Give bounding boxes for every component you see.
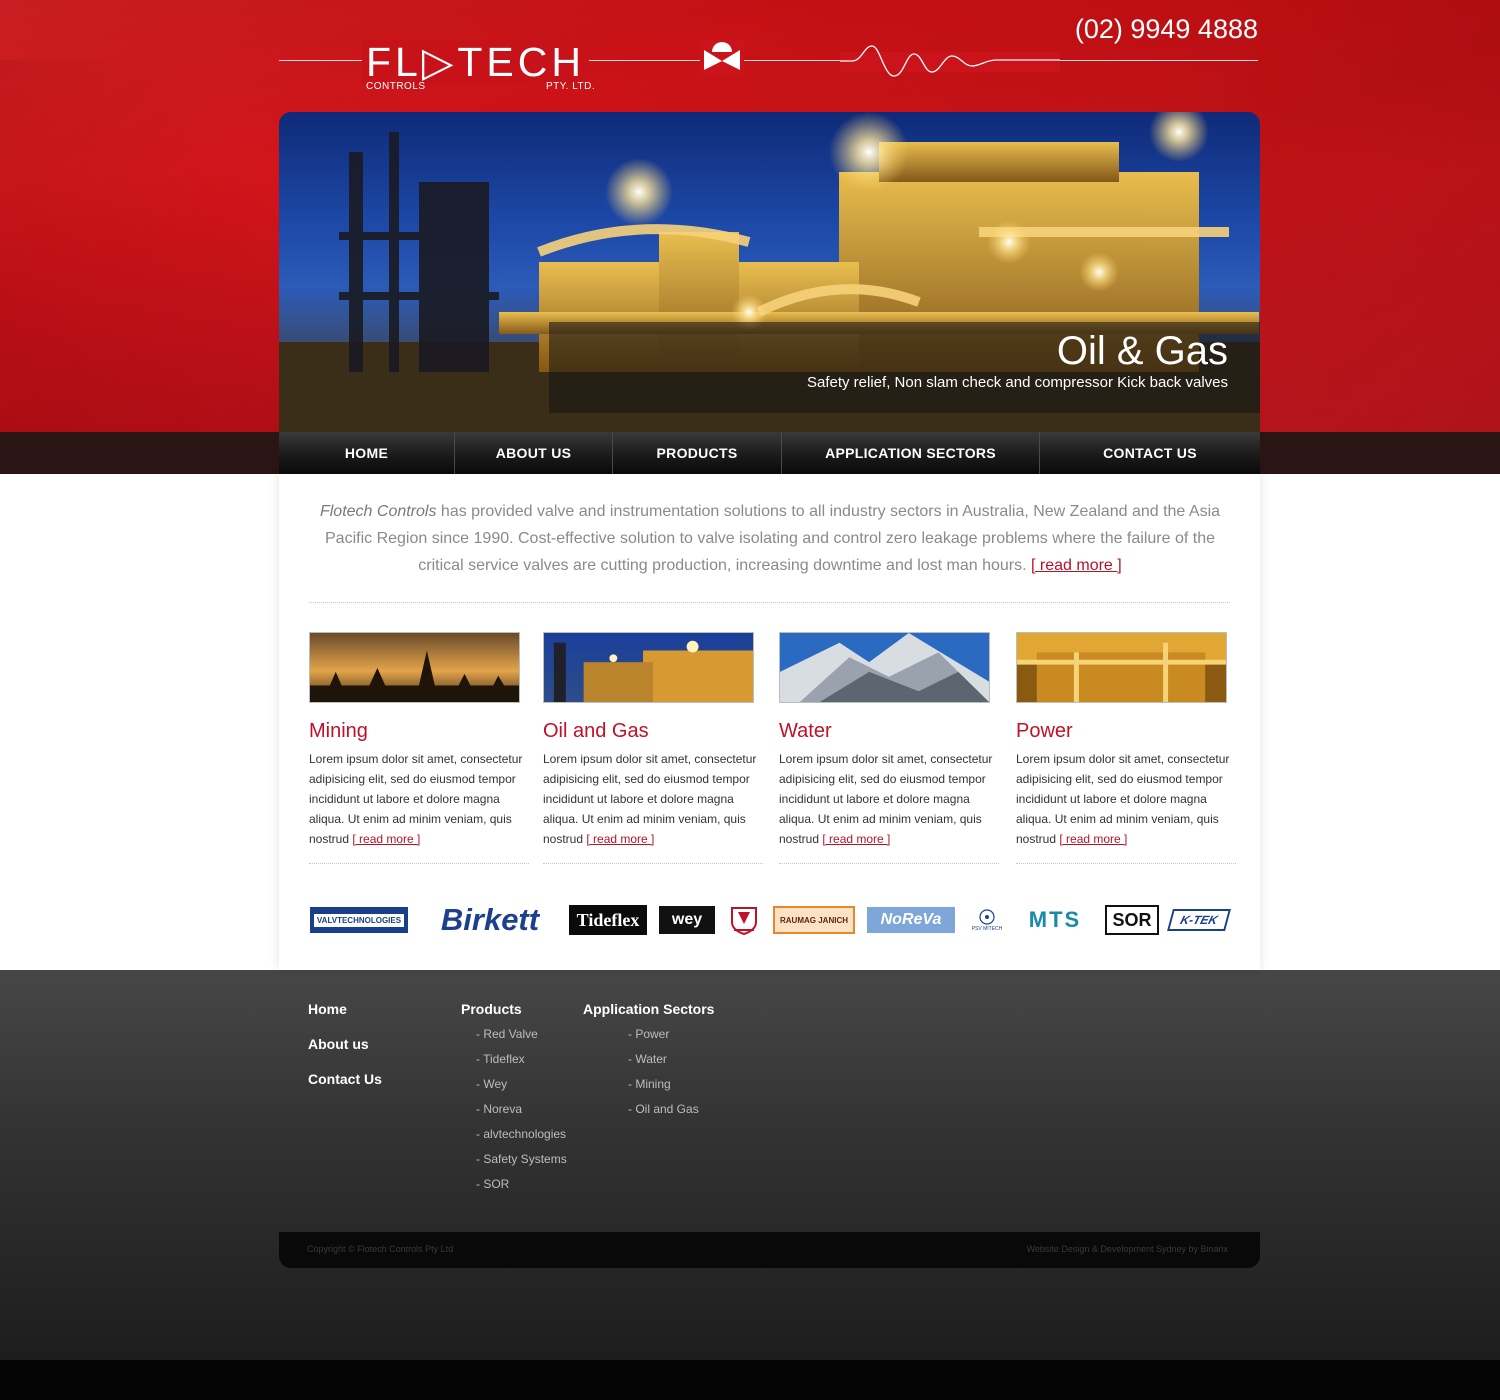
brand-label: K-TEK bbox=[1178, 913, 1220, 927]
nav-application-sectors[interactable]: APPLICATION SECTORS bbox=[782, 432, 1040, 474]
brand-logo-k-tek[interactable]: K-TEK bbox=[1167, 902, 1231, 938]
logo-wordmark: FL▷TECH bbox=[362, 40, 589, 84]
main-content: Flotech Controls has provided valve and … bbox=[279, 474, 1260, 970]
sector-title-water[interactable]: Water bbox=[779, 719, 1001, 743]
brand-label: VALVTECHNOLOGIES bbox=[313, 913, 405, 927]
sector-image-oil-and-gas[interactable] bbox=[543, 632, 754, 703]
nav-home[interactable]: HOME bbox=[279, 432, 455, 474]
hero-subtitle: Safety relief, Non slam check and compre… bbox=[806, 374, 1228, 391]
intro-company: Flotech Controls bbox=[319, 503, 437, 520]
sector-read-more-link[interactable]: [ read more ] bbox=[586, 832, 654, 846]
brand-label: wey bbox=[671, 911, 703, 928]
brand-logo-valvtechnologies[interactable]: VALVTECHNOLOGIES bbox=[309, 902, 409, 938]
footer-sector-link[interactable]: - Oil and Gas bbox=[628, 1102, 699, 1116]
footer-product-link[interactable]: - SOR bbox=[476, 1177, 509, 1191]
footer-sector-link[interactable]: - Power bbox=[628, 1027, 669, 1041]
footer: Home About us Contact Us Products - Red … bbox=[279, 970, 1260, 1268]
hero-title: Oil & Gas bbox=[1056, 329, 1228, 373]
footer-product-link[interactable]: - Red Valve bbox=[476, 1027, 538, 1041]
valve-icon bbox=[700, 40, 744, 74]
brand-logo-sor[interactable]: SOR bbox=[1105, 902, 1159, 938]
divider bbox=[543, 863, 763, 864]
footer-product-link[interactable]: - alvtechnologies bbox=[476, 1127, 566, 1141]
sector-card-power: Power Lorem ipsum dolor sit amet, consec… bbox=[1016, 632, 1238, 864]
divider bbox=[779, 863, 999, 864]
sector-text-power: Lorem ipsum dolor sit amet, consectetur … bbox=[1016, 749, 1238, 849]
footer-products-heading[interactable]: Products bbox=[461, 1001, 522, 1017]
brand-label: SOR bbox=[1112, 909, 1152, 930]
brand-label: MTS bbox=[1028, 907, 1082, 932]
shield-logo-icon bbox=[731, 907, 757, 936]
nav-about-us[interactable]: ABOUT US bbox=[455, 432, 613, 474]
footer-product-link[interactable]: - Safety Systems bbox=[476, 1152, 567, 1166]
footer-link-contact-us[interactable]: Contact Us bbox=[308, 1071, 382, 1087]
sector-text-water: Lorem ipsum dolor sit amet, consectetur … bbox=[779, 749, 1001, 849]
footer-product-link[interactable]: - Noreva bbox=[476, 1102, 522, 1116]
sector-read-more-link[interactable]: [ read more ] bbox=[822, 832, 890, 846]
brand-logo-birkett[interactable]: Birkett bbox=[423, 902, 557, 938]
logo-subtitle-right: PTY. LTD. bbox=[546, 81, 596, 92]
brand-logo-tideflex[interactable]: Tideflex bbox=[569, 902, 647, 938]
sector-image-mining[interactable] bbox=[309, 632, 520, 703]
footer-link-home[interactable]: Home bbox=[308, 1001, 347, 1017]
page-base bbox=[0, 1360, 1500, 1400]
hero-banner: Oil & Gas Safety relief, Non slam check … bbox=[279, 112, 1260, 432]
sector-read-more-link[interactable]: [ read more ] bbox=[352, 832, 420, 846]
divider bbox=[1016, 863, 1236, 864]
intro-paragraph: Flotech Controls has provided valve and … bbox=[305, 498, 1235, 579]
credit-link[interactable]: Website Design & Development Sydney by B… bbox=[1027, 1244, 1228, 1254]
psv-logo-icon bbox=[979, 909, 995, 925]
brand-label: Tideflex bbox=[576, 909, 640, 930]
brand-logo-wey[interactable]: wey bbox=[659, 902, 715, 938]
wave-line-icon bbox=[840, 45, 1060, 77]
footer-link-about-us[interactable]: About us bbox=[308, 1036, 369, 1052]
sector-image-power[interactable] bbox=[1016, 632, 1227, 703]
copyright-text: Copyright © Flotech Controls Pty Ltd bbox=[307, 1244, 454, 1254]
sector-card-water: Water Lorem ipsum dolor sit amet, consec… bbox=[779, 632, 1001, 864]
intro-read-more-link[interactable]: [ read more ] bbox=[1031, 557, 1122, 574]
sector-image-water[interactable] bbox=[779, 632, 990, 703]
brand-label: NoReVa bbox=[880, 911, 942, 928]
phone-number[interactable]: (02) 9949 4888 bbox=[1070, 14, 1258, 45]
logo-subtitle-left: CONTROLS bbox=[366, 81, 426, 92]
brand-logo-shield[interactable] bbox=[727, 902, 761, 938]
hero-caption: Oil & Gas Safety relief, Non slam check … bbox=[549, 322, 1260, 413]
footer-product-link[interactable]: - Tideflex bbox=[476, 1052, 525, 1066]
brand-label: PSV MITECH bbox=[971, 926, 1003, 932]
sector-card-oil-and-gas: Oil and Gas Lorem ipsum dolor sit amet, … bbox=[543, 632, 765, 864]
divider bbox=[309, 602, 1230, 603]
main-nav: HOME ABOUT US PRODUCTS APPLICATION SECTO… bbox=[279, 432, 1260, 474]
sector-title-power[interactable]: Power bbox=[1016, 719, 1238, 743]
sector-title-mining[interactable]: Mining bbox=[309, 719, 531, 743]
copyright-bar: Copyright © Flotech Controls Pty Ltd Web… bbox=[279, 1232, 1260, 1268]
brand-logo-noreva[interactable]: NoReVa bbox=[867, 902, 955, 938]
brand-logo-raumag-janich[interactable]: RAUMAG JANICH bbox=[773, 902, 855, 938]
brand-logo-psv-mitech[interactable]: PSV MITECH bbox=[967, 902, 1007, 938]
footer-sector-link[interactable]: - Water bbox=[628, 1052, 667, 1066]
brand-label: RAUMAG JANICH bbox=[780, 915, 848, 925]
nav-contact-us[interactable]: CONTACT US bbox=[1040, 432, 1260, 474]
sector-read-more-link[interactable]: [ read more ] bbox=[1059, 832, 1127, 846]
brand-logos: VALVTECHNOLOGIES Birkett Tideflex wey RA… bbox=[309, 902, 1234, 942]
divider bbox=[309, 863, 529, 864]
sector-text-mining: Lorem ipsum dolor sit amet, consectetur … bbox=[309, 749, 531, 849]
footer-sector-link[interactable]: - Mining bbox=[628, 1077, 671, 1091]
sector-title-oil-and-gas[interactable]: Oil and Gas bbox=[543, 719, 765, 743]
sector-text-oil-and-gas: Lorem ipsum dolor sit amet, consectetur … bbox=[543, 749, 765, 849]
footer-sectors-heading[interactable]: Application Sectors bbox=[583, 1001, 714, 1017]
footer-product-link[interactable]: - Wey bbox=[476, 1077, 507, 1091]
nav-products[interactable]: PRODUCTS bbox=[613, 432, 782, 474]
sector-card-mining: Mining Lorem ipsum dolor sit amet, conse… bbox=[309, 632, 531, 864]
brand-label: Birkett bbox=[440, 902, 540, 937]
brand-logo-mts[interactable]: MTS bbox=[1017, 902, 1093, 938]
logo[interactable]: FL▷TECH CONTROLS PTY. LTD. bbox=[362, 40, 602, 94]
